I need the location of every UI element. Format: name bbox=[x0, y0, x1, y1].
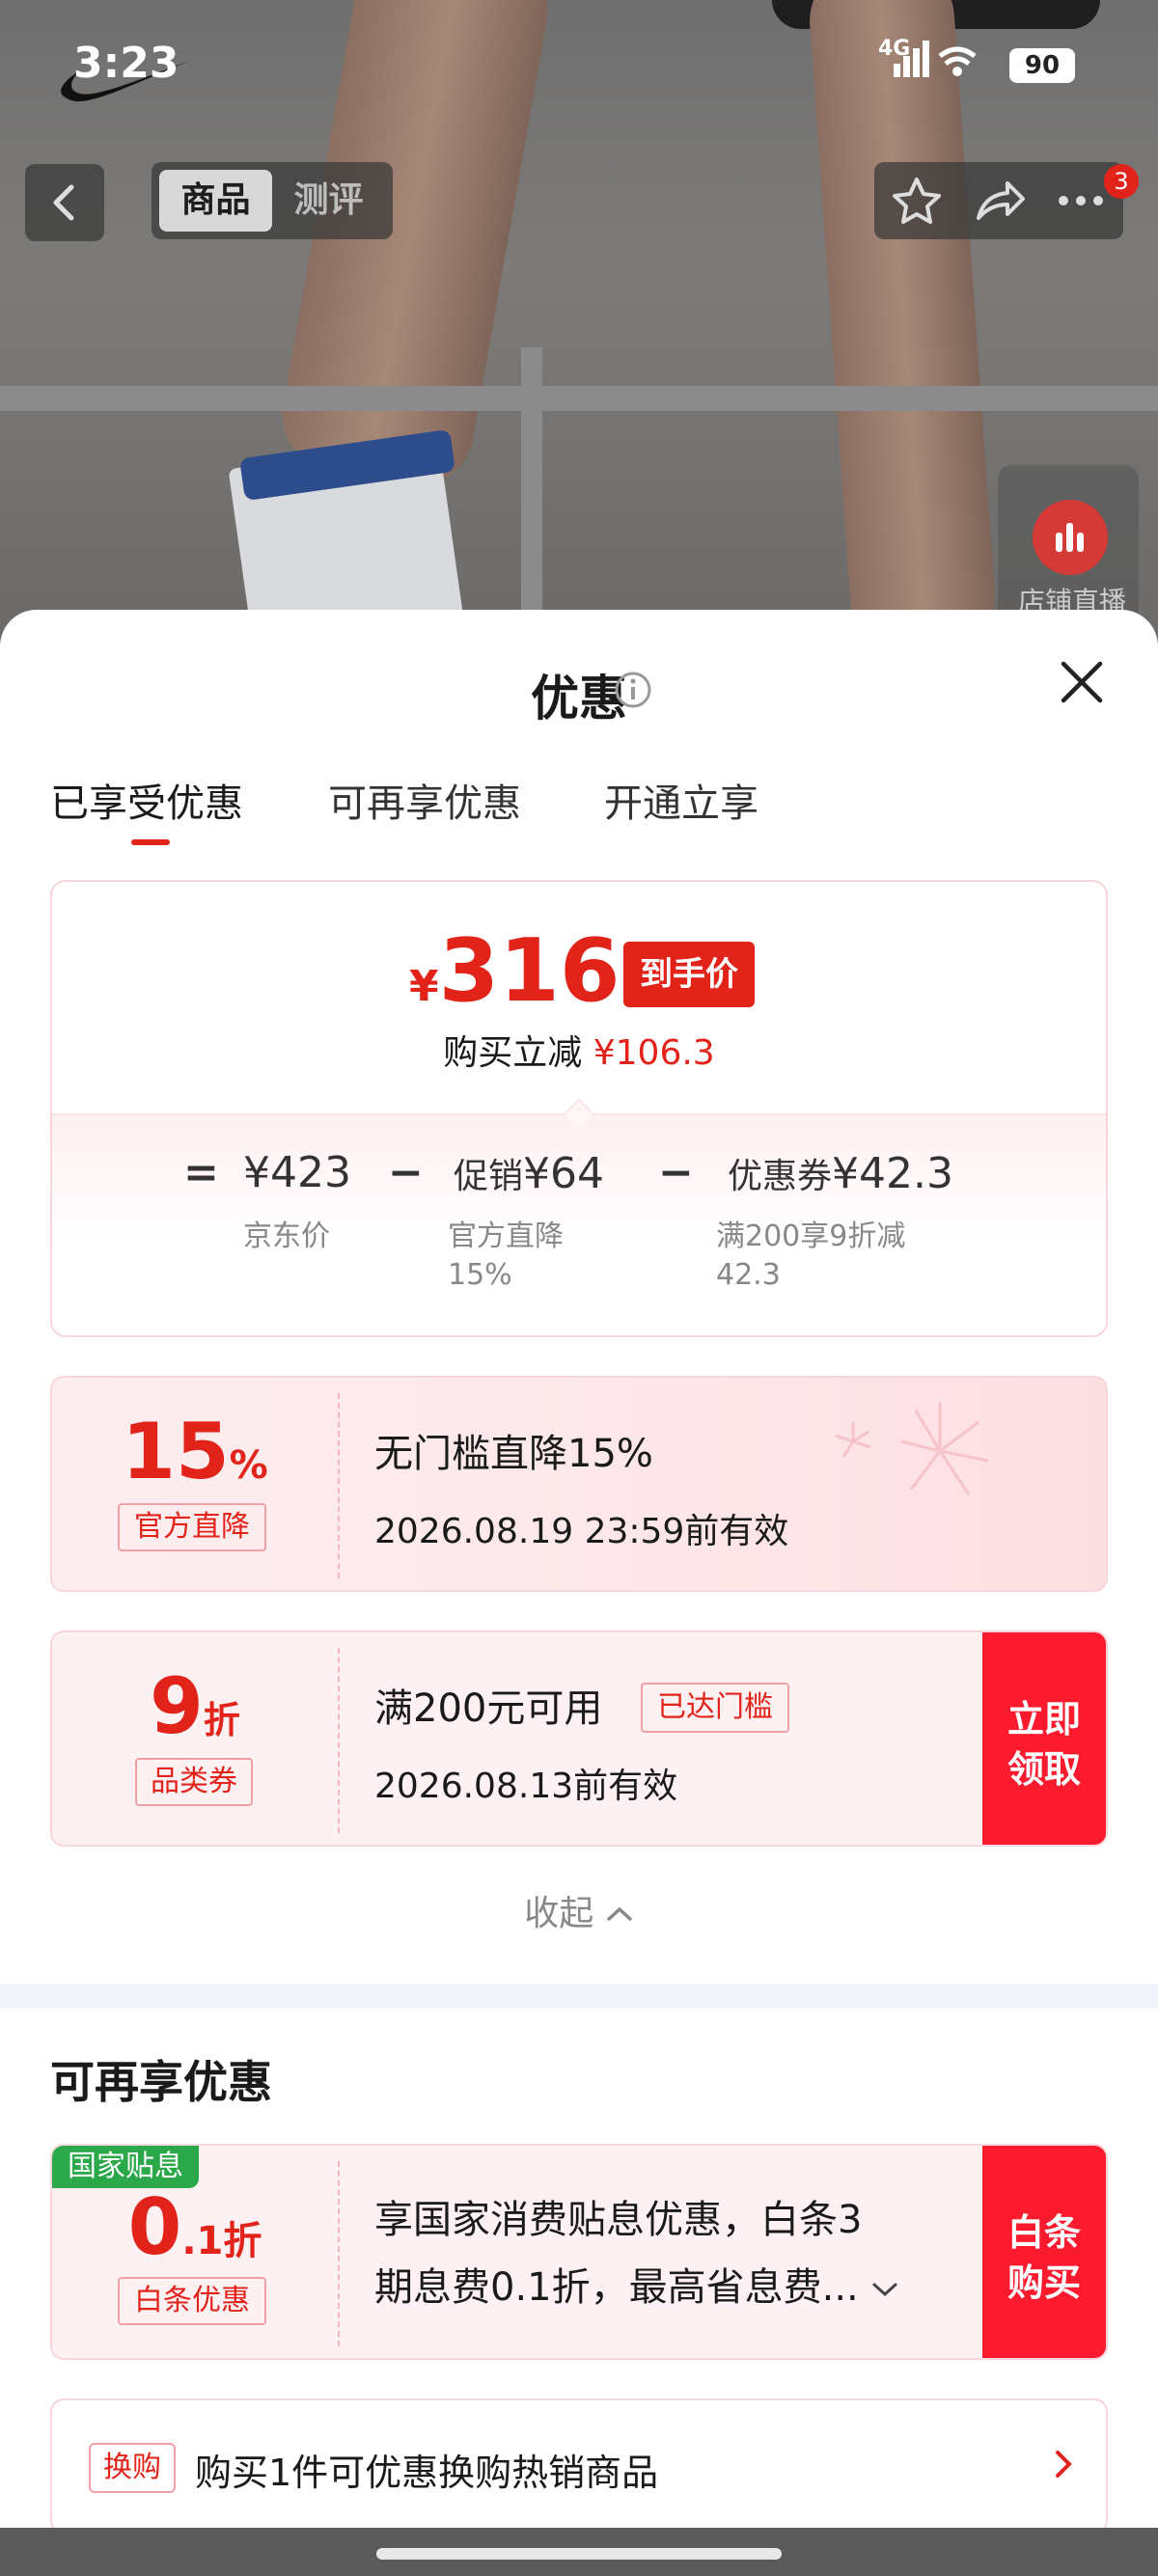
promo-amount: 促销¥64 bbox=[454, 1149, 604, 1198]
chevron-down-icon bbox=[872, 2283, 897, 2297]
minus-sign-2: − bbox=[658, 1148, 694, 1197]
top-tabs: 商品 测评 bbox=[152, 162, 393, 239]
railing bbox=[0, 386, 1158, 411]
tab-activate[interactable]: 开通立享 bbox=[604, 772, 758, 828]
final-price-tag: 到手价 bbox=[623, 942, 755, 1007]
section-gap bbox=[0, 1984, 1158, 2009]
discount-title: 无门槛直降15% bbox=[374, 1432, 653, 1476]
chevron-right-icon bbox=[1056, 2451, 1072, 2478]
sheet-title: 优惠 bbox=[531, 671, 627, 726]
jd-price: ¥423 bbox=[243, 1148, 351, 1197]
jd-price-label: 京东价 bbox=[243, 1219, 330, 1253]
discount-left: 15% 官方直降 bbox=[52, 1378, 338, 1590]
claim-coupon-button[interactable]: 立即 领取 bbox=[982, 1632, 1106, 1845]
subsidy-tag: 白条优惠 bbox=[118, 2277, 266, 2325]
live-icon bbox=[1033, 500, 1108, 575]
coupon-tag: 品类券 bbox=[135, 1758, 253, 1806]
gov-subsidy-card: 国家贴息 0.1折 白条优惠 享国家消费贴息优惠，白条3 期息费0.1折，最高省… bbox=[50, 2144, 1108, 2360]
coupon-amount: 优惠券¥42.3 bbox=[728, 1149, 953, 1198]
coupon-title: 满200元可用 bbox=[374, 1686, 603, 1731]
signal-wifi-icon bbox=[894, 41, 977, 77]
discount-tag: 官方直降 bbox=[118, 1503, 266, 1551]
tab-enjoyed[interactable]: 已享受优惠 bbox=[50, 772, 243, 828]
tab-underline bbox=[131, 839, 170, 845]
minus-sign: − bbox=[388, 1148, 424, 1197]
chevron-up-icon bbox=[606, 1906, 632, 1921]
official-discount-card: 15% 官方直降 无门槛直降15% 2026.08.19 23:59前有效 bbox=[50, 1376, 1108, 1592]
baitiao-buy-button[interactable]: 白条 购买 bbox=[982, 2146, 1106, 2358]
star-icon[interactable] bbox=[888, 174, 946, 228]
dashed-divider-3 bbox=[338, 2161, 340, 2346]
action-group bbox=[874, 162, 1123, 239]
coupon-left: 9折 品类券 bbox=[52, 1632, 338, 1845]
subsidy-description[interactable]: 享国家消费贴息优惠，白条3 期息费0.1折，最高省息费... bbox=[374, 2186, 953, 2321]
battery-indicator: 90 bbox=[1009, 48, 1075, 83]
discount-date: 2026.08.19 23:59前有效 bbox=[374, 1512, 789, 1551]
price-breakdown bbox=[52, 1113, 1106, 1335]
promo-detail: 官方直降 15% bbox=[448, 1219, 564, 1292]
coupon-detail: 满200享9折减 42.3 bbox=[716, 1219, 906, 1292]
savings-line: 购买立减 ¥106.3 bbox=[443, 1033, 715, 1073]
discount-value: 15% bbox=[122, 1407, 268, 1496]
category-coupon-card: 9折 品类券 满200元可用 已达门槛 2026.08.13前有效 立即 领取 bbox=[50, 1631, 1108, 1847]
home-indicator[interactable] bbox=[376, 2548, 782, 2560]
share-icon[interactable] bbox=[971, 174, 1029, 228]
dashed-divider-2 bbox=[338, 1648, 340, 1833]
clock: 3:23 bbox=[73, 39, 179, 88]
back-button[interactable] bbox=[25, 164, 104, 241]
threshold-reached-badge: 已达门槛 bbox=[641, 1683, 789, 1733]
more-discounts-title: 可再享优惠 bbox=[50, 2056, 272, 2108]
tradein-text: 购买1件可优惠换购热销商品 bbox=[195, 2452, 659, 2494]
tradein-row[interactable]: 换购 购买1件可优惠换购热销商品 bbox=[50, 2398, 1108, 2534]
info-icon[interactable] bbox=[614, 671, 652, 709]
firework-decoration bbox=[835, 1403, 989, 1495]
collapse-toggle[interactable]: 收起 bbox=[0, 1885, 1158, 1935]
subsidy-value: 0.1折 bbox=[127, 2182, 262, 2272]
chevron-left-icon bbox=[53, 184, 74, 221]
equals-sign: = bbox=[183, 1148, 219, 1197]
tab-product[interactable]: 商品 bbox=[159, 170, 272, 232]
more-icon[interactable] bbox=[1050, 174, 1112, 228]
close-icon[interactable] bbox=[1056, 656, 1108, 708]
status-bar: 3:23 4G 90 bbox=[0, 0, 1158, 135]
discount-sheet: 优惠 已享受优惠 可再享优惠 开通立享 ¥316.7 到手价 购买立减 ¥106… bbox=[0, 610, 1158, 2576]
notification-badge: 3 bbox=[1104, 164, 1139, 199]
coupon-date: 2026.08.13前有效 bbox=[374, 1767, 678, 1806]
subsidy-left: 0.1折 白条优惠 bbox=[52, 2146, 338, 2358]
price-card: ¥316.7 到手价 购买立减 ¥106.3 = ¥423 京东价 − 促销¥6… bbox=[50, 880, 1108, 1337]
tab-more-discounts[interactable]: 可再享优惠 bbox=[328, 772, 521, 828]
coupon-value: 9折 bbox=[150, 1661, 240, 1751]
network-indicator: 4G bbox=[878, 37, 977, 77]
dashed-divider bbox=[338, 1393, 340, 1578]
tradein-tag: 换购 bbox=[89, 2443, 176, 2493]
tab-review[interactable]: 测评 bbox=[272, 170, 385, 232]
